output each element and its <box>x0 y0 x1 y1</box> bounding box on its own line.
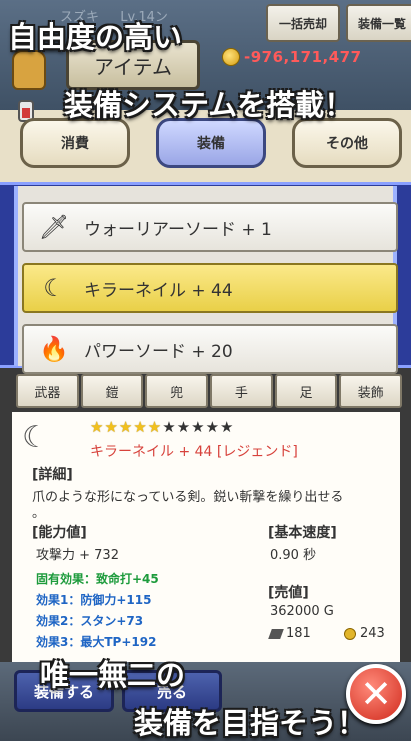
item-title: キラーネイル + 44 [レジェンド] <box>90 444 298 460</box>
rarity-stars: ★★★★★★★★★★ <box>90 418 235 436</box>
speed-value: 0.90 秒 <box>270 548 317 563</box>
ability-header: [能力値] <box>32 525 87 541</box>
slot-tabs: 武器 鎧 兜 手 足 装飾 <box>16 374 403 408</box>
speed-header: [基本速度] <box>268 525 337 541</box>
weight-stat: 181 <box>268 626 311 641</box>
tab-equipment[interactable]: 装備 <box>156 118 266 168</box>
promo-line-1: 自由度の高い <box>8 20 183 54</box>
bag-icon <box>12 50 46 90</box>
claw-icon: ☾ <box>22 420 49 455</box>
close-button[interactable]: ✕ <box>346 664 406 724</box>
slot-foot[interactable]: 足 <box>274 374 338 408</box>
price-value: 362000 G <box>270 604 334 619</box>
tab-consumable[interactable]: 消費 <box>20 118 130 168</box>
equip-list-button[interactable]: 装備一覧 <box>346 4 411 42</box>
flame-sword-icon: 🔥 <box>39 335 69 363</box>
weight-icon <box>268 628 284 639</box>
claw-icon: ☾ <box>43 274 65 302</box>
item-name: キラーネイル + 44 <box>84 280 233 301</box>
slot-weapon[interactable]: 武器 <box>16 374 79 408</box>
item-name: パワーソード + 20 <box>84 341 233 362</box>
list-item[interactable]: 🗡 ウォーリアーソード + 1 <box>22 202 398 252</box>
slot-helmet[interactable]: 兜 <box>145 374 209 408</box>
coin-icon <box>344 627 356 640</box>
effect-3: 効果3：最大TP+192 <box>36 635 157 649</box>
inherent-effect: 固有効果：致命打+45 <box>36 572 159 586</box>
coin-value: 243 <box>360 626 385 641</box>
promo-line-3: 唯一無二の <box>40 658 186 692</box>
coin-icon <box>222 48 240 66</box>
item-description-tail: 。 <box>32 506 46 521</box>
list-item[interactable]: 🔥 パワーソード + 20 <box>22 324 398 374</box>
slot-hand[interactable]: 手 <box>210 374 273 408</box>
star-filled: ★★★★★ <box>90 418 163 436</box>
gold-amount: -976,171,477 <box>244 48 362 66</box>
sell-all-button[interactable]: 一括売却 <box>266 4 340 42</box>
price-header: [売値] <box>268 585 309 601</box>
star-empty: ★★★★★ <box>162 418 235 436</box>
promo-line-4: 装備を目指そう！ <box>134 706 367 740</box>
item-description: 爪のような形になっている剣。鋭い斬撃を繰り出せる <box>32 490 344 505</box>
coin-stat: 243 <box>344 626 385 641</box>
gold-display: -976,171,477 <box>222 46 362 68</box>
item-name: ウォーリアーソード + 1 <box>84 219 272 240</box>
sword-icon: 🗡 <box>38 213 70 241</box>
tab-other[interactable]: その他 <box>292 118 402 168</box>
promo-line-2: 装備システムを搭載！ <box>64 88 354 122</box>
slot-accessory[interactable]: 装飾 <box>339 374 403 408</box>
effect-2: 効果2：スタン+73 <box>36 614 144 628</box>
attack-stat: 攻撃力 + 732 <box>36 548 119 563</box>
effect-1: 効果1：防御力+115 <box>36 593 152 607</box>
list-item-selected[interactable]: ☾ キラーネイル + 44 <box>22 263 398 313</box>
weight-value: 181 <box>286 626 311 641</box>
detail-header: [詳細] <box>32 467 73 483</box>
slot-armor[interactable]: 鎧 <box>80 374 144 408</box>
